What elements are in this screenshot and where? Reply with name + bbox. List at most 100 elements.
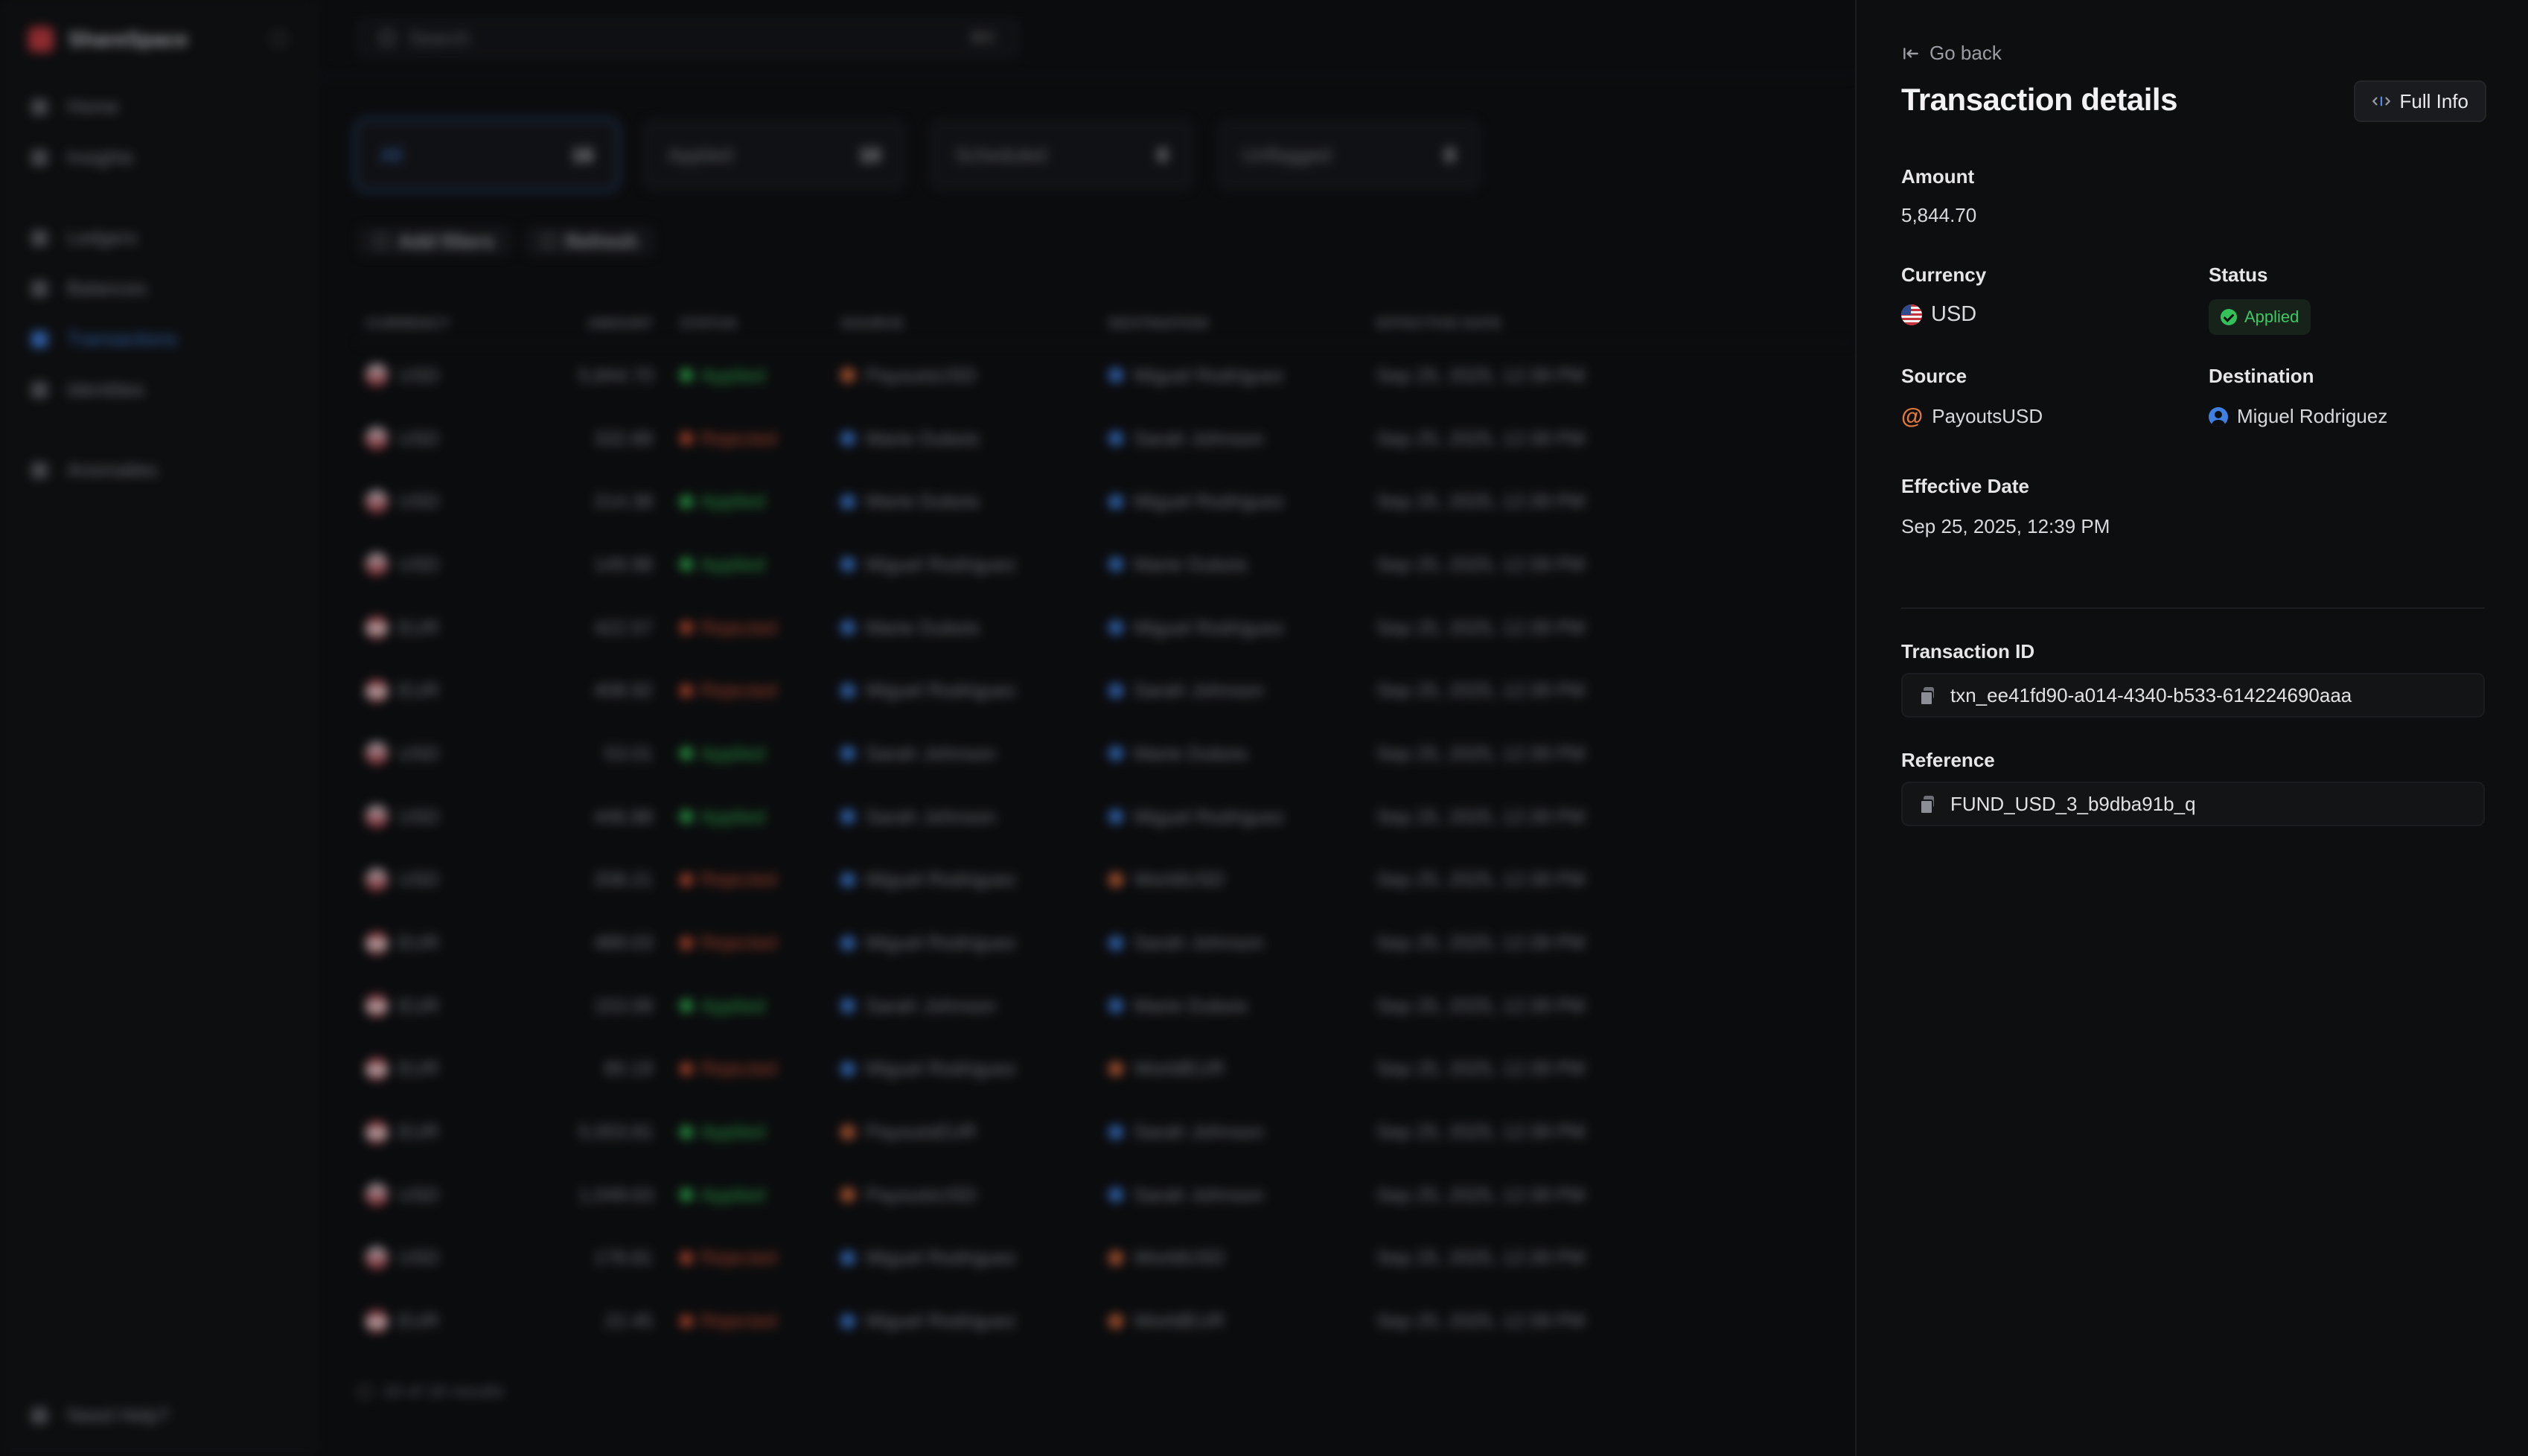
- results-count: 16 of 16 results: [358, 1382, 504, 1402]
- tab-label: Scheduled: [955, 143, 1047, 166]
- cell-source: Miguel Rodriguez: [840, 1309, 1108, 1332]
- status-dot-icon: [680, 558, 693, 572]
- table-row[interactable]: EUR 22.45 Rejected Miguel Rodriguez WorldEUR…: [355, 1289, 1855, 1353]
- identities-icon: [31, 381, 48, 398]
- source-text: PayoutsUSD: [866, 1183, 977, 1206]
- column-header-status[interactable]: STATUS: [653, 316, 840, 333]
- column-header-amount[interactable]: AMOUNT: [578, 316, 653, 333]
- currency-text: USD: [398, 741, 439, 764]
- column-header-effective-date[interactable]: EFFECTIVE DATE: [1376, 316, 1689, 333]
- flag-icon: [366, 364, 388, 387]
- arrow-left-to-line-icon: [1903, 47, 1918, 60]
- table-row[interactable]: USD 149.98 Applied Miguel Rodriguez Marie Du…: [355, 533, 1855, 596]
- cell-source: Miguel Rodriguez: [840, 1246, 1108, 1269]
- search-input[interactable]: Search ⌘K: [358, 19, 1018, 57]
- tab-label: Unflagged: [1242, 143, 1331, 166]
- table-row[interactable]: EUR 5,003.81 Applied PayoutsEUR Sarah Johnso…: [355, 1100, 1855, 1163]
- full-info-button[interactable]: Full Info: [2353, 80, 2486, 122]
- currency-text: USD: [398, 1246, 439, 1269]
- table-row[interactable]: USD 5,844.70 Applied PayoutsUSD Miguel Rodri…: [355, 344, 1855, 407]
- transaction-id-field[interactable]: txn_ee41fd90-a014-4340-b533-614224690aaa: [1901, 673, 2485, 718]
- transaction-details-panel: Go back Transaction details Full Info Am…: [1855, 0, 2528, 1456]
- destination-value[interactable]: Miguel Rodriguez: [2209, 405, 2387, 428]
- at-sign-icon: [840, 1187, 855, 1203]
- table-row[interactable]: USD 53.01 Applied Sarah Johnson Marie Dubois…: [355, 722, 1855, 785]
- sidebar-item-identities[interactable]: Identities: [31, 378, 144, 401]
- table-row[interactable]: USD 1,049.63 Applied PayoutsUSD Sarah Johnso…: [355, 1163, 1855, 1227]
- table-body: USD 5,844.70 Applied PayoutsUSD Miguel Rodri…: [355, 344, 1855, 1353]
- table-row[interactable]: USD 214.38 Applied Marie Dubois Miguel Rodri…: [355, 470, 1855, 533]
- cell-amount: 153.08: [593, 994, 653, 1017]
- reference-field[interactable]: FUND_USD_3_b9dba91b_q: [1901, 782, 2485, 826]
- sidebar-item-label: Ledgers: [67, 226, 137, 249]
- cell-effective-date: Sep 25, 2025, 12:39 PM: [1376, 1120, 1586, 1143]
- cell-amount: 5,844.70: [578, 363, 654, 386]
- copy-icon[interactable]: [1919, 687, 1935, 706]
- copy-icon[interactable]: [1919, 796, 1935, 814]
- need-help-link[interactable]: Need Help?: [31, 1404, 169, 1427]
- brand-name: ShareSpace: [68, 28, 188, 51]
- table-row[interactable]: USD 178.81 Rejected Miguel Rodriguez WorldUS…: [355, 1227, 1855, 1290]
- destination-text: WorldUSD: [1134, 868, 1225, 891]
- cell-currency: USD: [355, 805, 578, 828]
- cell-status: Rejected: [653, 1057, 840, 1080]
- currency-text: EUR: [398, 931, 439, 954]
- cell-status: Applied: [653, 1184, 840, 1207]
- table-row[interactable]: EUR 489.03 Rejected Miguel Rodriguez Sarah J…: [355, 911, 1855, 974]
- sidebar-item-ledgers[interactable]: Ledgers: [31, 226, 137, 249]
- destination-text: Sarah Johnson: [1134, 931, 1264, 954]
- table-row[interactable]: EUR 422.57 Rejected Marie Dubois Miguel Rodr…: [355, 596, 1855, 660]
- table-row[interactable]: USD 208.21 Rejected Miguel Rodriguez WorldUS…: [355, 849, 1855, 912]
- cell-amount: 489.03: [593, 931, 653, 954]
- source-text: Miguel Rodriguez: [866, 1309, 1017, 1332]
- user-icon: [1108, 1124, 1123, 1140]
- cell-destination: Sarah Johnson: [1108, 931, 1376, 954]
- tab-unflagged[interactable]: Unflagged 0: [1217, 119, 1481, 191]
- cell-destination: WorldEUR: [1108, 1057, 1376, 1080]
- section-divider: [1901, 607, 2485, 609]
- tab-scheduled[interactable]: Scheduled 0: [930, 119, 1193, 191]
- sidebar-item-anomalies[interactable]: Anomalies: [31, 459, 157, 482]
- flag-icon: [366, 1184, 388, 1207]
- source-value[interactable]: @ PayoutsUSD: [1901, 405, 2043, 428]
- column-header-currency[interactable]: CURRENCY: [355, 316, 578, 333]
- table-row[interactable]: USD 332.89 Rejected Marie Dubois Sarah Johns…: [355, 407, 1855, 470]
- source-text: Miguel Rodriguez: [866, 552, 1017, 575]
- refresh-button[interactable]: Refresh: [525, 226, 654, 256]
- tab-count: 0: [1444, 143, 1455, 166]
- cell-currency: USD: [355, 364, 578, 387]
- search-shortcut: ⌘K: [969, 28, 997, 47]
- currency-value: USD: [1901, 302, 1976, 327]
- column-header-source[interactable]: SOURCE: [840, 316, 1108, 333]
- table-row[interactable]: EUR 153.08 Applied Sarah Johnson Marie Duboi…: [355, 974, 1855, 1038]
- sidebar-item-balances[interactable]: Balances: [31, 277, 147, 300]
- add-filters-button[interactable]: Add filters: [358, 226, 511, 256]
- cell-source: Miguel Rodriguez: [840, 553, 1108, 576]
- cell-effective-date: Sep 25, 2025, 12:39 PM: [1376, 805, 1586, 828]
- help-icon: [31, 1407, 48, 1424]
- user-icon: [1108, 1187, 1123, 1203]
- sidebar-item-home[interactable]: Home: [31, 95, 118, 118]
- anomalies-icon: [31, 462, 48, 479]
- table-row[interactable]: EUR 80.19 Rejected Miguel Rodriguez WorldEUR…: [355, 1038, 1855, 1101]
- at-sign-icon: [1108, 1250, 1123, 1265]
- user-icon: [1108, 809, 1123, 825]
- table-row[interactable]: EUR 408.92 Rejected Miguel Rodriguez Sarah J…: [355, 659, 1855, 722]
- cell-effective-date: Sep 25, 2025, 12:39 PM: [1376, 616, 1586, 639]
- currency-text: USD: [398, 1183, 439, 1206]
- cell-effective-date: Sep 25, 2025, 12:39 PM: [1376, 679, 1586, 702]
- sidebar-item-insights[interactable]: Insights: [31, 146, 134, 169]
- cell-currency: USD: [355, 1184, 578, 1207]
- column-header-destination[interactable]: DESTINATION: [1108, 316, 1376, 333]
- table-row[interactable]: USD 446.88 Applied Sarah Johnson Miguel Rodr…: [355, 785, 1855, 849]
- cell-status: Applied: [653, 490, 840, 513]
- sidebar-collapse-icon[interactable]: [272, 31, 287, 46]
- tab-applied[interactable]: Applied 10: [642, 119, 906, 191]
- brand[interactable]: ShareSpace: [28, 27, 188, 52]
- cell-currency: USD: [355, 1246, 578, 1269]
- go-back-button[interactable]: Go back: [1901, 42, 2002, 65]
- full-info-label: Full Info: [2399, 89, 2469, 112]
- brand-logo-icon: [28, 27, 54, 52]
- sidebar-item-transactions[interactable]: Transactions: [31, 328, 177, 351]
- tab-all[interactable]: All 16: [355, 119, 619, 191]
